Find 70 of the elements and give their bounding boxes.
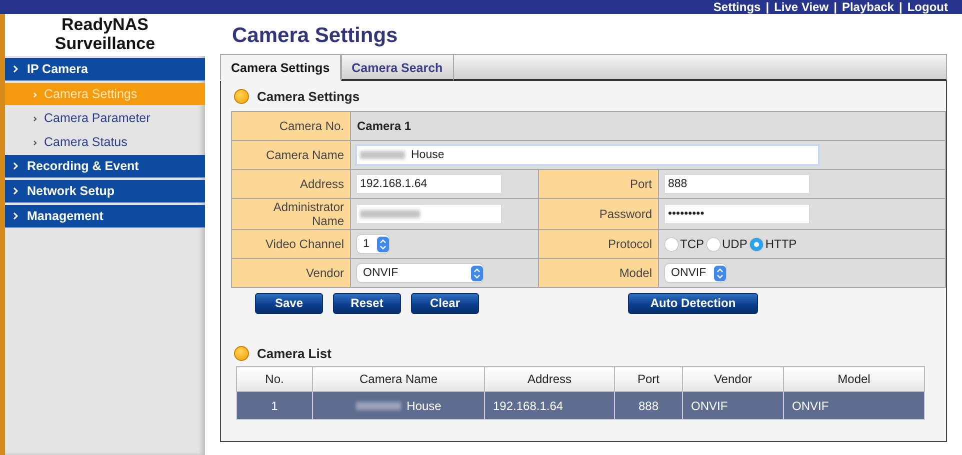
table-cell: ONVIF xyxy=(682,392,784,420)
field-label: Port xyxy=(538,170,658,198)
table-row[interactable]: 1 House 192.168.1.64 888 ONVIF ONVIF xyxy=(236,392,924,420)
separator: | xyxy=(766,0,770,14)
submenu-item[interactable]: Camera Parameter xyxy=(5,107,205,129)
input-field[interactable]: House xyxy=(357,146,818,164)
submenu-item[interactable]: Camera Status xyxy=(5,131,205,153)
column-header: Camera Name xyxy=(312,366,484,392)
menu-item[interactable]: Recording & Event xyxy=(5,155,205,178)
table-cell: 1 xyxy=(236,392,312,420)
separator: | xyxy=(898,0,902,14)
radio-option[interactable]: TCP xyxy=(665,237,704,251)
column-header: No. xyxy=(236,366,312,392)
table-cell: 192.168.1.64 xyxy=(484,392,614,420)
action-button[interactable]: Reset xyxy=(333,292,401,314)
action-button[interactable]: Clear xyxy=(411,292,479,314)
chevron-icon xyxy=(13,187,19,195)
page-title: Camera Settings xyxy=(232,24,399,48)
spinner-icon xyxy=(471,264,483,282)
field-label: Administrator Name xyxy=(232,198,350,230)
nav-link[interactable]: Settings xyxy=(713,0,761,14)
menu-item[interactable]: Management xyxy=(5,205,205,228)
dropdown[interactable]: ONVIF xyxy=(357,264,483,282)
nav-link[interactable]: Live View xyxy=(774,0,829,14)
field-label: Model xyxy=(538,258,658,288)
table-cell: 888 xyxy=(614,392,682,420)
field-label: Password xyxy=(538,198,658,230)
dropdown[interactable]: 1 xyxy=(357,235,390,253)
column-header: Port xyxy=(614,366,682,392)
input-field[interactable]: ••••••••• xyxy=(665,205,809,223)
column-header: Address xyxy=(484,366,614,392)
chevron-icon xyxy=(33,116,37,122)
logo-text: ReadyNAS Surveillance xyxy=(5,14,205,56)
tab[interactable]: Camera Settings xyxy=(220,54,341,81)
column-header: Model xyxy=(784,366,924,392)
field-value: Camera 1 xyxy=(357,119,412,133)
field-label: Camera Name xyxy=(232,140,350,170)
field-label: Vendor xyxy=(232,258,350,288)
column-header: Vendor xyxy=(682,366,784,392)
chevron-icon xyxy=(33,140,37,146)
field-label: Camera No. xyxy=(232,112,350,140)
input-field[interactable] xyxy=(357,205,501,223)
table-cell: ONVIF xyxy=(784,392,924,420)
nav-link[interactable]: Logout xyxy=(907,0,948,14)
dropdown[interactable]: ONVIF xyxy=(665,264,726,282)
bullet-icon xyxy=(234,346,249,360)
chevron-icon xyxy=(13,65,19,73)
menu-item[interactable]: IP Camera xyxy=(5,58,205,81)
spinner-icon xyxy=(377,236,390,252)
bullet-icon xyxy=(234,88,249,104)
table-cell: House xyxy=(312,392,484,420)
radio-option[interactable]: UDP xyxy=(707,237,748,251)
input-field[interactable]: 192.168.1.64 xyxy=(357,175,501,193)
spinner-icon xyxy=(714,264,726,282)
auto-detection-button[interactable]: Auto Detection xyxy=(628,292,758,314)
menu-item[interactable]: Network Setup xyxy=(5,180,205,203)
radio-option[interactable]: HTTP xyxy=(750,237,797,251)
input-field[interactable]: 888 xyxy=(665,175,809,193)
field-label: Protocol xyxy=(538,230,658,258)
tab[interactable]: Camera Search xyxy=(340,54,454,81)
section-title: Camera List xyxy=(257,346,332,360)
chevron-icon xyxy=(13,162,19,170)
chevron-icon xyxy=(33,92,37,98)
action-button[interactable]: Save xyxy=(255,292,323,314)
chevron-icon xyxy=(13,212,19,220)
field-label: Address xyxy=(232,170,350,198)
separator: | xyxy=(834,0,837,14)
field-label: Video Channel xyxy=(232,230,350,258)
nav-link[interactable]: Playback xyxy=(842,0,894,14)
section-title: Camera Settings xyxy=(257,88,360,104)
